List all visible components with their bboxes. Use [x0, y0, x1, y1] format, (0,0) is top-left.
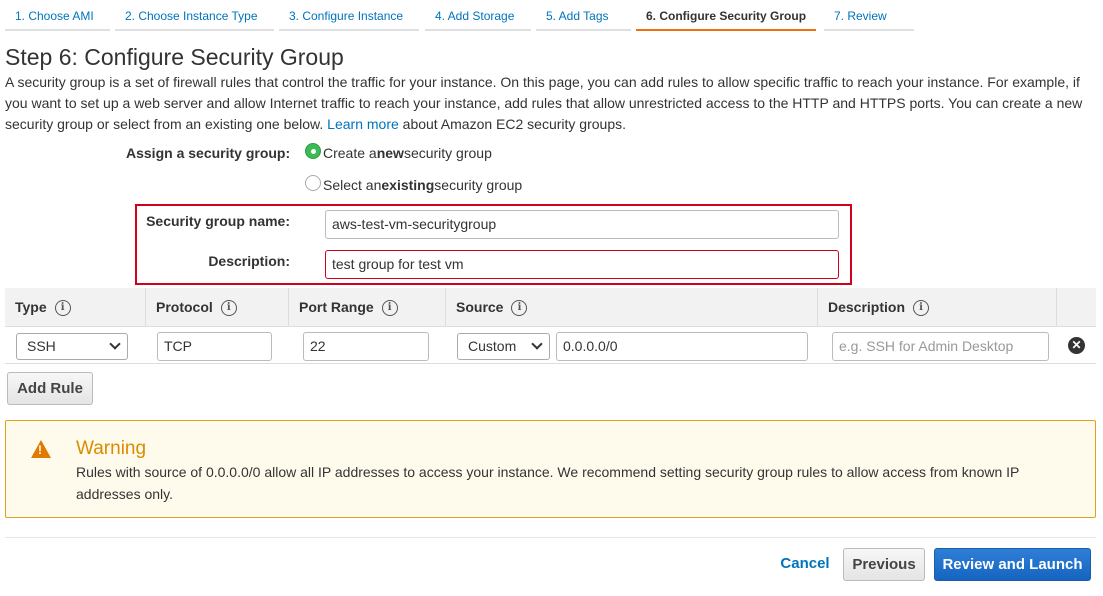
info-icon[interactable]: i — [511, 300, 528, 316]
add-rule-button[interactable]: Add Rule — [7, 372, 93, 405]
rules-table-header: Type i Protocol i Port Range i Source i Desc… — [5, 288, 1096, 327]
wizard-tab-configure-security-group[interactable]: 6. Configure Security Group — [636, 0, 816, 31]
column-header-protocol: Protocol i — [146, 288, 289, 327]
rule-type-value: SSH — [27, 338, 56, 354]
warning-alert: ! Warning Rules with source of 0.0.0.0/0… — [5, 420, 1096, 518]
rule-type-select[interactable]: SSH — [16, 333, 128, 360]
info-icon[interactable]: i — [54, 300, 71, 316]
wizard-tab-review[interactable]: 7. Review — [824, 0, 914, 31]
column-header-protocol-label: Protocol — [156, 299, 213, 315]
rule-source-cidr-input[interactable]: 0.0.0.0/0 — [556, 332, 808, 361]
security-group-description-label: Description: — [208, 253, 290, 269]
intro-paragraph: A security group is a set of firewall ru… — [5, 72, 1100, 135]
assign-security-group-label: Assign a security group: — [126, 145, 291, 161]
warning-icon: ! — [31, 440, 51, 458]
wizard-tab-choose-ami[interactable]: 1. Choose AMI — [5, 0, 110, 31]
column-header-port-range-label: Port Range — [299, 299, 374, 315]
radio-create-new[interactable]: Create a new security group — [305, 143, 492, 161]
chevron-down-icon — [109, 338, 121, 350]
rule-description-input[interactable]: e.g. SSH for Admin Desktop — [832, 332, 1049, 361]
column-header-port-range: Port Range i — [289, 288, 446, 327]
radio-create-prefix: Create a — [323, 145, 377, 161]
radio-unselected-icon[interactable] — [305, 175, 321, 191]
rule-port-range-input[interactable]: 22 — [303, 332, 429, 361]
chevron-down-icon — [531, 338, 543, 350]
radio-select-existing[interactable]: Select an existing security group — [305, 175, 523, 193]
warning-body: Rules with source of 0.0.0.0/0 allow all… — [76, 464, 1020, 502]
column-header-description: Description i — [818, 288, 1057, 327]
wizard-tab-add-tags[interactable]: 5. Add Tags — [536, 0, 631, 31]
security-group-description-input[interactable]: test group for test vm — [325, 250, 839, 279]
review-and-launch-button[interactable]: Review and Launch — [934, 548, 1091, 581]
learn-more-link[interactable]: Learn more — [327, 116, 399, 132]
column-header-type-label: Type — [15, 299, 47, 315]
rule-source-mode-value: Custom — [468, 338, 517, 354]
info-icon[interactable]: i — [220, 300, 237, 316]
info-icon[interactable]: i — [381, 300, 398, 316]
radio-existing-prefix: Select an — [323, 177, 382, 193]
radio-existing-bold: existing — [381, 177, 435, 193]
column-header-description-label: Description — [828, 299, 906, 315]
footer-divider — [5, 537, 1096, 538]
column-header-source-label: Source — [456, 299, 504, 315]
previous-button[interactable]: Previous — [843, 548, 925, 581]
remove-rule-icon[interactable]: ✕ — [1068, 337, 1085, 354]
radio-create-bold: new — [376, 145, 404, 161]
page-title: Step 6: Configure Security Group — [5, 44, 344, 70]
rule-protocol-field[interactable]: TCP — [157, 332, 272, 361]
rule-source-select[interactable]: Custom — [457, 333, 550, 360]
security-group-name-label: Security group name: — [146, 213, 290, 229]
cancel-button[interactable]: Cancel — [770, 548, 840, 581]
column-header-type: Type i — [5, 288, 146, 327]
intro-suffix: about Amazon EC2 security groups. — [402, 116, 626, 132]
info-icon[interactable]: i — [913, 300, 930, 316]
wizard-tab-configure-instance[interactable]: 3. Configure Instance — [279, 0, 419, 31]
radio-existing-suffix: security group — [434, 177, 523, 193]
column-header-source: Source i — [446, 288, 818, 327]
wizard-tab-add-storage[interactable]: 4. Add Storage — [425, 0, 531, 31]
warning-title: Warning — [76, 438, 147, 459]
radio-selected-icon[interactable] — [305, 143, 321, 159]
wizard-tab-choose-instance-type[interactable]: 2. Choose Instance Type — [115, 0, 274, 31]
security-group-name-input[interactable]: aws-test-vm-securitygroup — [325, 210, 839, 239]
radio-create-suffix: security group — [403, 145, 492, 161]
